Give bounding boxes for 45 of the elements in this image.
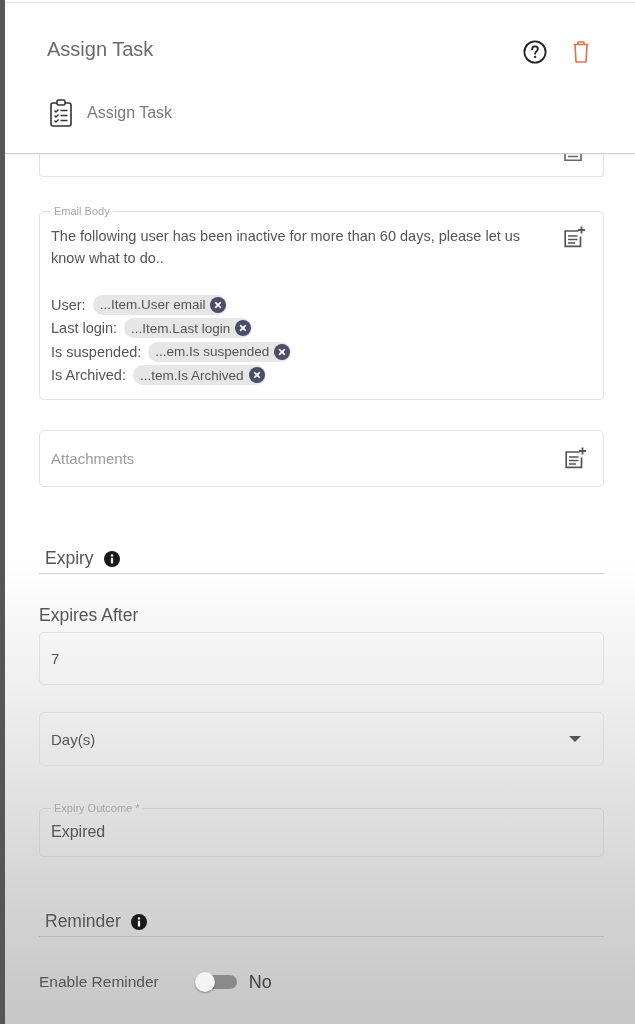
- text-field[interactable]: [39, 154, 604, 177]
- trash-icon: [573, 41, 589, 63]
- variable-chip[interactable]: ...Item.User email: [92, 294, 228, 315]
- variable-label: Is Archived:: [51, 367, 126, 384]
- unit-dropdown[interactable]: Day(s): [39, 712, 604, 766]
- email-body-field[interactable]: [39, 205, 604, 400]
- note-add-icon[interactable]: [563, 226, 585, 248]
- delete-button[interactable]: [573, 41, 589, 63]
- reminder-toggle[interactable]: [194, 972, 237, 992]
- info-icon[interactable]: [130, 913, 147, 930]
- section-heading: Reminder: [45, 911, 121, 932]
- task-type-label: Assign Task: [87, 104, 173, 122]
- variable-label: User:: [51, 296, 86, 313]
- chip-label: ...em.Is suspended: [155, 344, 270, 360]
- chip-label: ...Item.Last login: [131, 320, 231, 336]
- help-button[interactable]: [523, 40, 547, 64]
- variable-label: Last login:: [51, 320, 118, 337]
- variable-label: Is suspended:: [51, 343, 142, 360]
- expiry-outcome-field[interactable]: Expiry Outcome * Expired: [39, 802, 604, 857]
- attachments-input[interactable]: Attachments: [39, 430, 604, 487]
- dialog-title: Assign Task: [47, 37, 154, 61]
- help-icon: [523, 40, 547, 64]
- chip-label: ...Item.User email: [99, 297, 206, 313]
- variable-chip[interactable]: ...tem.Is Archived: [132, 365, 266, 386]
- remove-icon[interactable]: [274, 343, 291, 360]
- field-label: Expires After: [39, 604, 140, 626]
- remove-icon[interactable]: [210, 296, 227, 313]
- info-icon[interactable]: [103, 550, 120, 567]
- expires-after-input[interactable]: 7: [39, 632, 604, 685]
- note-icon: [564, 154, 582, 162]
- field-label: Email Body: [53, 205, 111, 218]
- chip-label: ...tem.Is Archived: [139, 367, 244, 383]
- toggle-state-label: No: [248, 971, 272, 993]
- clipboard-checklist-icon: [50, 99, 72, 127]
- field-label: Expiry Outcome *: [53, 802, 141, 815]
- remove-icon[interactable]: [248, 367, 265, 384]
- remove-icon[interactable]: [235, 320, 252, 337]
- note-add-icon[interactable]: [564, 447, 586, 469]
- variable-chip[interactable]: ...em.Is suspended: [148, 341, 292, 362]
- email-body-text: The following user has been inactive for more than 60 days, please let us know what to do..: [51, 227, 522, 268]
- section-heading: Expiry: [45, 548, 94, 569]
- toggle-label: Enable Reminder: [39, 973, 159, 991]
- caret-icon: [569, 736, 581, 742]
- field-value: Expired: [51, 822, 106, 842]
- variable-chip[interactable]: ...Item.Last login: [124, 318, 253, 339]
